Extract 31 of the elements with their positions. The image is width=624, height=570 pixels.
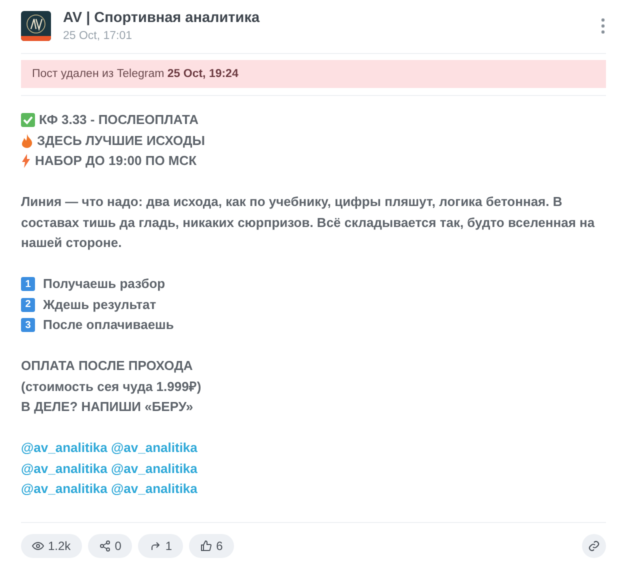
post-text: Ждешь результат — [43, 296, 156, 314]
share-icon — [98, 540, 111, 552]
link-icon — [588, 540, 600, 552]
post-text: ЗДЕСЬ ЛУЧШИЕ ИСХОДЫ — [37, 132, 205, 150]
post-text: (стоимость сея чуда 1.999₽) — [21, 378, 202, 396]
eye-icon — [32, 540, 44, 552]
post-time: 25 Oct, 17:01 — [63, 30, 134, 42]
number-badge: 2 — [21, 298, 35, 312]
stat-button[interactable]: 1 — [138, 534, 184, 558]
number-badge: 1 — [21, 277, 35, 292]
check-icon — [21, 113, 35, 128]
channel-name: AV | Спортивная аналитика — [63, 10, 261, 26]
copy-link-button[interactable] — [582, 534, 606, 558]
post-text: Линия — что надо: два исхода, как по учебнику, цифры пляшут, логика бетонная. В составах тишь да гладь, никаких сюрпризов. Всё складывается так, будто вселенная на нашей стороне. — [21, 193, 596, 252]
post-text: После оплачиваешь — [43, 316, 174, 334]
deleted-notice: Пост удален из Telegram 25 Oct, 19:24 — [21, 60, 606, 88]
post-text: НАБОР ДО 19:00 ПО МСК — [35, 152, 197, 170]
stat-button[interactable]: 1.2k — [21, 534, 82, 558]
forward-arrow-icon — [149, 540, 162, 552]
more-options-icon[interactable] — [600, 18, 606, 34]
post-text: В ДЕЛЕ? НАПИШИ «БЕРУ» — [21, 398, 194, 416]
thumbs-up-icon — [200, 540, 212, 552]
fire-icon — [21, 134, 33, 148]
post-text: Получаешь разбор — [43, 275, 166, 293]
post-text: КФ 3.33 - ПОСЛЕОПЛАТА — [39, 111, 198, 129]
number-badge: 3 — [21, 318, 35, 332]
lightning-icon — [21, 154, 31, 168]
stat-button[interactable]: 0 — [88, 534, 132, 558]
post-text: ОПЛАТА ПОСЛЕ ПРОХОДА — [21, 357, 193, 375]
channel-avatar — [21, 11, 51, 41]
stat-button[interactable]: 6 — [189, 534, 234, 558]
